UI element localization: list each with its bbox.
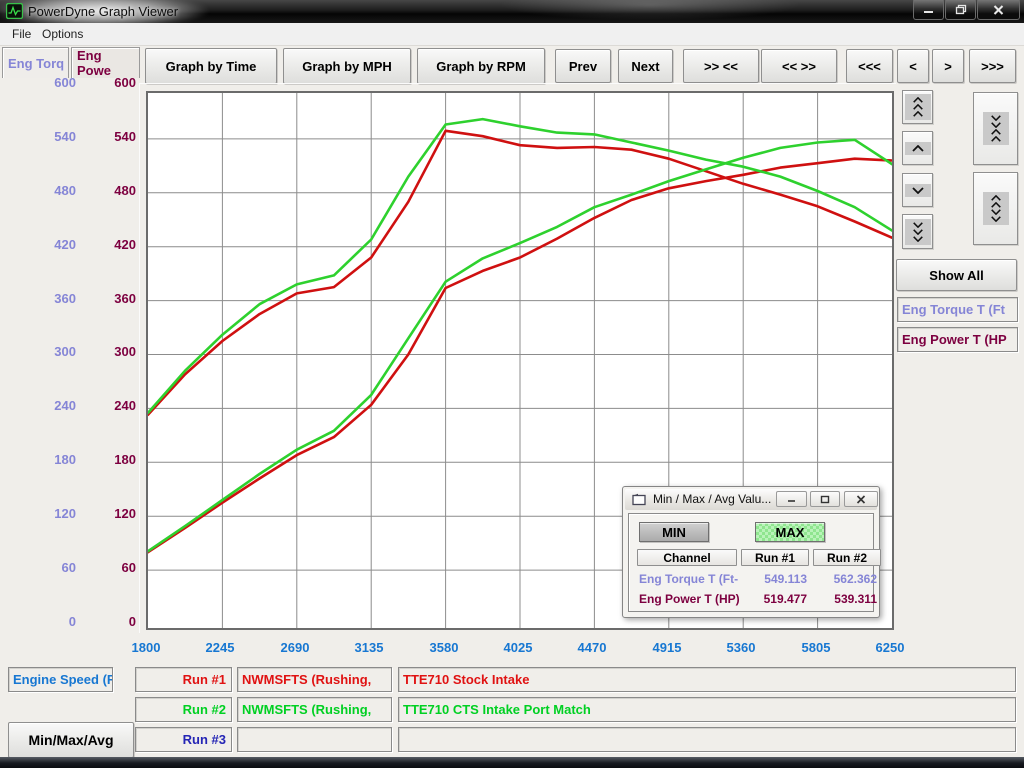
graph-by-time-button[interactable]: Graph by Time bbox=[145, 48, 277, 84]
run2-desc-box[interactable]: TTE710 CTS Intake Port Match bbox=[398, 697, 1016, 722]
zoom-in-button[interactable]: >> << bbox=[683, 49, 759, 83]
rpm-axis-ticks: 1800 2245 2690 3135 3580 4025 4470 4915 5360 5805… bbox=[0, 640, 1024, 658]
minmax-row-torque-channel: Eng Torque T (Ft- bbox=[639, 572, 738, 586]
power-tick-600: 600 bbox=[114, 75, 136, 90]
torque-tick-360: 360 bbox=[54, 291, 76, 306]
torque-tick-420: 420 bbox=[54, 237, 76, 252]
minmax-titlebar[interactable]: Min / Max / Avg Valu... bbox=[625, 489, 877, 510]
minmax-row-torque-run2: 562.362 bbox=[813, 572, 877, 586]
rpm-tick-4915: 4915 bbox=[637, 640, 697, 655]
run3-file-box[interactable] bbox=[237, 727, 392, 752]
expand-vertical-icon bbox=[983, 192, 1009, 225]
graph-by-mph-button[interactable]: Graph by MPH bbox=[283, 48, 411, 84]
step-forward-button[interactable]: > bbox=[932, 49, 964, 83]
x-channel-box[interactable]: Engine Speed (RP bbox=[8, 667, 113, 692]
torque-tick-600: 600 bbox=[54, 75, 76, 90]
torque-tick-300: 300 bbox=[54, 344, 76, 359]
torque-tick-120: 120 bbox=[54, 506, 76, 521]
minmax-minimize-icon[interactable] bbox=[776, 491, 807, 507]
next-button[interactable]: Next bbox=[618, 49, 673, 83]
rpm-tick-1800: 1800 bbox=[116, 640, 176, 655]
minmax-restore-icon[interactable] bbox=[810, 491, 840, 507]
power-tick-360: 360 bbox=[114, 291, 136, 306]
scroll-up-button[interactable] bbox=[902, 131, 933, 165]
rpm-tick-5360: 5360 bbox=[711, 640, 771, 655]
minmax-col-channel[interactable]: Channel bbox=[637, 549, 737, 566]
minmax-col-run1[interactable]: Run #1 bbox=[741, 549, 809, 566]
rpm-tick-4470: 4470 bbox=[562, 640, 622, 655]
minmax-window-icon bbox=[632, 493, 647, 506]
power-tick-540: 540 bbox=[114, 129, 136, 144]
power-tick-180: 180 bbox=[114, 452, 136, 467]
chevron-triple-up-icon bbox=[905, 94, 931, 120]
rpm-tick-2690: 2690 bbox=[265, 640, 325, 655]
scroll-down-button[interactable] bbox=[902, 173, 933, 207]
zoom-out-button[interactable]: << >> bbox=[761, 49, 837, 83]
app-window: PowerDyne Graph Viewer File Options bbox=[0, 0, 1024, 768]
torque-tick-540: 540 bbox=[54, 129, 76, 144]
show-all-button[interactable]: Show All bbox=[896, 259, 1017, 291]
titlebar-glow-2 bbox=[500, 0, 800, 20]
menu-bar: File Options bbox=[0, 23, 1024, 46]
run2-file-box[interactable]: NWMSFTS (Rushing, bbox=[237, 697, 392, 722]
minmax-window: Min / Max / Avg Valu... MIN MAX Channel … bbox=[622, 486, 880, 618]
scroll-up-fast-button[interactable] bbox=[902, 90, 933, 124]
chevron-down-icon bbox=[905, 184, 931, 197]
torque-tick-480: 480 bbox=[54, 183, 76, 198]
run1-file-box[interactable]: NWMSFTS (Rushing, bbox=[237, 667, 392, 692]
max-toggle-button[interactable]: MAX bbox=[755, 522, 825, 542]
scroll-down-fast-button[interactable] bbox=[902, 214, 933, 249]
rpm-tick-3135: 3135 bbox=[339, 640, 399, 655]
expand-vertical-button[interactable] bbox=[973, 172, 1018, 245]
title-bar: PowerDyne Graph Viewer bbox=[0, 0, 1024, 23]
minmax-row-power-channel: Eng Power T (HP) bbox=[639, 592, 740, 606]
forward-fast-button[interactable]: >>> bbox=[969, 49, 1016, 83]
step-back-button[interactable]: < bbox=[897, 49, 929, 83]
power-tick-480: 480 bbox=[114, 183, 136, 198]
minimize-icon[interactable] bbox=[913, 0, 944, 20]
channel-label-power[interactable]: Eng Power T (HP bbox=[897, 327, 1018, 352]
window-bottom-border bbox=[0, 757, 1024, 768]
minmax-row-power-run1: 519.477 bbox=[741, 592, 807, 606]
prev-button[interactable]: Prev bbox=[555, 49, 611, 83]
collapse-vertical-icon bbox=[983, 112, 1009, 145]
rpm-tick-2245: 2245 bbox=[190, 640, 250, 655]
run2-label-box: Run #2 bbox=[135, 697, 232, 722]
maximize-icon[interactable] bbox=[945, 0, 976, 20]
power-tick-0: 0 bbox=[129, 614, 136, 629]
window-controls bbox=[912, 0, 1020, 20]
minmax-row-torque-run1: 549.113 bbox=[741, 572, 807, 586]
run3-desc-box[interactable] bbox=[398, 727, 1016, 752]
torque-tick-180: 180 bbox=[54, 452, 76, 467]
run3-label-box: Run #3 bbox=[135, 727, 232, 752]
graph-by-rpm-button[interactable]: Graph by RPM bbox=[417, 48, 545, 84]
run1-label-box: Run #1 bbox=[135, 667, 232, 692]
chevron-up-icon bbox=[905, 142, 931, 155]
chevron-triple-down-icon bbox=[905, 219, 931, 245]
power-tick-60: 60 bbox=[122, 560, 136, 575]
min-toggle-button[interactable]: MIN bbox=[639, 522, 709, 542]
minmaxavg-button[interactable]: Min/Max/Avg bbox=[8, 722, 134, 758]
rewind-fast-button[interactable]: <<< bbox=[846, 49, 893, 83]
power-tick-300: 300 bbox=[114, 344, 136, 359]
channel-label-torque[interactable]: Eng Torque T (Ft bbox=[897, 297, 1018, 322]
rpm-tick-3580: 3580 bbox=[414, 640, 474, 655]
torque-tick-240: 240 bbox=[54, 398, 76, 413]
rpm-tick-6250: 6250 bbox=[860, 640, 920, 655]
minmax-body: MIN MAX Channel Run #1 Run #2 Eng Torque… bbox=[628, 513, 874, 612]
collapse-vertical-button[interactable] bbox=[973, 92, 1018, 165]
minmax-close-icon[interactable] bbox=[844, 491, 878, 507]
run1-desc-box[interactable]: TTE710 Stock Intake bbox=[398, 667, 1016, 692]
power-tick-120: 120 bbox=[114, 506, 136, 521]
minmax-col-run2[interactable]: Run #2 bbox=[813, 549, 881, 566]
close-icon[interactable] bbox=[977, 0, 1020, 20]
minmax-window-title: Min / Max / Avg Valu... bbox=[653, 492, 771, 506]
minmax-row-power-run2: 539.311 bbox=[813, 592, 877, 606]
power-tick-240: 240 bbox=[114, 398, 136, 413]
rpm-tick-4025: 4025 bbox=[488, 640, 548, 655]
rpm-tick-5805: 5805 bbox=[786, 640, 846, 655]
power-tick-420: 420 bbox=[114, 237, 136, 252]
